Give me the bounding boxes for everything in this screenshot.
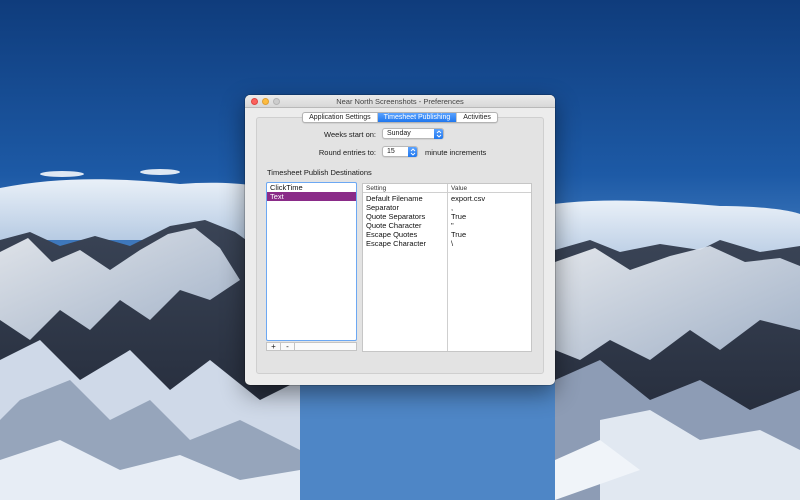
setting-cell: Separator <box>366 203 399 212</box>
table-row[interactable]: Quote Character " <box>363 221 531 230</box>
value-cell[interactable]: True <box>451 212 466 221</box>
setting-cell: Escape Character <box>366 239 427 248</box>
tab-timesheet-publishing[interactable]: Timesheet Publishing <box>377 113 458 122</box>
destinations-list[interactable]: ClickTime Text <box>266 182 357 341</box>
weeks-start-value: Sunday <box>387 130 411 137</box>
value-cell[interactable]: " <box>451 221 454 230</box>
round-entries-combo[interactable]: 15 <box>382 146 418 157</box>
setting-cell: Quote Separators <box>366 212 426 221</box>
title-bar[interactable]: Near North Screenshots - Preferences <box>245 95 555 108</box>
window-title: Near North Screenshots - Preferences <box>336 97 464 106</box>
weeks-start-popup[interactable]: Sunday <box>382 128 444 139</box>
round-entries-value: 15 <box>387 148 395 155</box>
value-cell[interactable]: , <box>451 203 453 212</box>
destinations-section-label: Timesheet Publish Destinations <box>267 168 372 177</box>
tab-application-settings[interactable]: Application Settings <box>303 113 378 122</box>
setting-cell: Escape Quotes <box>366 230 418 239</box>
round-entries-suffix: minute increments <box>425 148 487 157</box>
setting-cell: Default Filename <box>366 194 423 203</box>
list-item[interactable]: ClickTime <box>267 183 356 192</box>
table-row[interactable]: Escape Quotes True <box>363 230 531 239</box>
column-header-setting[interactable]: Setting <box>366 184 386 193</box>
tab-activities[interactable]: Activities <box>457 113 497 122</box>
tab-bar: Application Settings Timesheet Publishin… <box>245 112 555 123</box>
table-row[interactable]: Quote Separators True <box>363 212 531 221</box>
list-button-bar: + - <box>266 342 357 351</box>
value-cell[interactable]: True <box>451 230 466 239</box>
table-row[interactable]: Default Filename export.csv <box>363 194 531 203</box>
list-item[interactable]: Text <box>267 192 356 201</box>
column-header-value[interactable]: Value <box>451 184 467 193</box>
round-entries-label: Round entries to: <box>318 148 376 157</box>
remove-destination-button[interactable]: - <box>281 343 295 351</box>
popup-arrows-icon <box>434 129 443 139</box>
table-row[interactable]: Escape Character \ <box>363 239 531 248</box>
table-row[interactable]: Separator , <box>363 203 531 212</box>
settings-table[interactable]: Setting Value Default Filename export.cs… <box>362 183 532 352</box>
weeks-start-label: Weeks start on: <box>324 130 376 139</box>
popup-arrows-icon <box>408 147 417 157</box>
setting-cell: Quote Character <box>366 221 422 230</box>
value-cell[interactable]: export.csv <box>451 194 485 203</box>
add-destination-button[interactable]: + <box>267 343 281 351</box>
value-cell[interactable]: \ <box>451 239 453 248</box>
